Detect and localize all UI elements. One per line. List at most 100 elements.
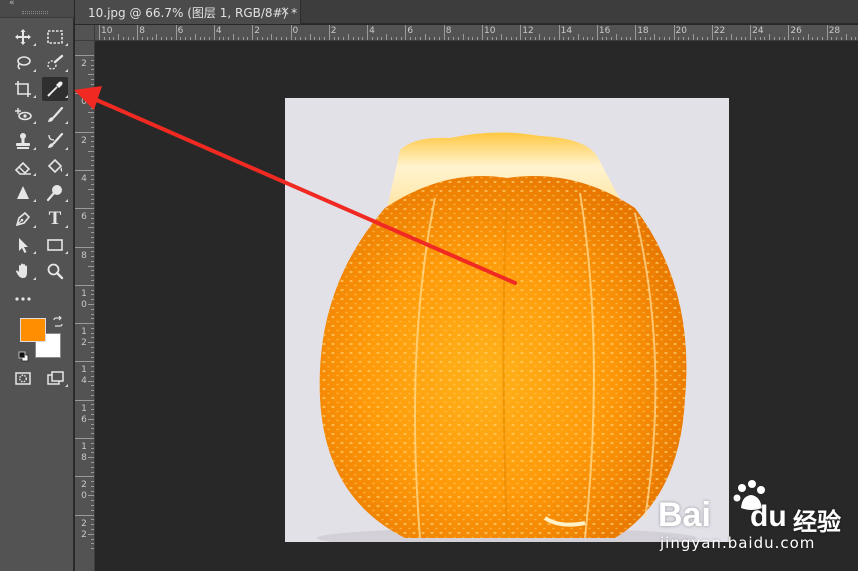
ruler-label: 10 — [81, 288, 87, 310]
ruler-label: 24 — [752, 26, 764, 36]
ruler-minor-tick — [347, 34, 349, 40]
hand-tool[interactable] — [10, 259, 36, 283]
crop-icon — [15, 81, 31, 97]
spot-healing-tool[interactable] — [10, 103, 36, 127]
ruler-label: 16 — [598, 26, 611, 36]
stamp-icon — [16, 133, 30, 149]
screen-mode-icon — [47, 371, 64, 385]
horizontal-ruler[interactable]: 10 8 6 4 2 0 2 4 6 8 10 12 14 16 18 20 22 24 26 28 — [95, 25, 858, 41]
ruler-minor-tick — [568, 37, 570, 40]
history-brush-tool[interactable] — [42, 129, 68, 153]
marquee-tool[interactable] — [42, 25, 68, 49]
ruler-minor-tick — [505, 37, 507, 40]
ruler-minor-tick — [91, 538, 94, 540]
blur-tool[interactable] — [10, 181, 36, 205]
lasso-tool[interactable] — [10, 51, 36, 75]
ruler-minor-tick — [410, 37, 412, 40]
screen-mode-button[interactable] — [42, 366, 68, 390]
ruler-minor-tick — [549, 37, 551, 40]
tool-flyout-indicator — [33, 43, 36, 46]
ruler-minor-tick — [88, 457, 94, 459]
path-select-tool[interactable] — [10, 233, 36, 257]
ruler-minor-tick — [91, 543, 94, 545]
ruler-minor-tick — [237, 37, 239, 40]
ruler-label: 18 — [81, 442, 87, 463]
quick-select-tool[interactable] — [42, 51, 68, 75]
ruler-minor-tick — [170, 37, 172, 40]
ruler-minor-tick — [91, 414, 94, 416]
default-colors-icon[interactable] — [18, 348, 30, 362]
tool-flyout-indicator — [65, 225, 68, 228]
ruler-minor-tick — [91, 122, 94, 124]
ruler-minor-tick — [477, 37, 479, 40]
document-tab-title: 10.jpg @ 66.7% (图层 1, RGB/8#) * — [88, 5, 298, 20]
ruler-minor-tick — [501, 34, 503, 40]
vertical-ruler[interactable]: 20246810121416182022 — [75, 41, 95, 571]
collapse-toolbar-icon[interactable]: « — [9, 0, 14, 8]
drag-handle-icon[interactable] — [22, 11, 48, 14]
ruler-minor-tick — [91, 107, 94, 109]
ruler-minor-tick — [113, 37, 115, 40]
foreground-color-swatch[interactable] — [20, 318, 46, 342]
ruler-minor-tick — [91, 83, 94, 85]
ruler-minor-tick — [376, 37, 378, 40]
zoom-tool[interactable] — [42, 259, 68, 283]
ruler-minor-tick — [319, 37, 321, 40]
eraser-tool[interactable] — [10, 155, 36, 179]
blur-icon — [17, 186, 29, 199]
ruler-minor-tick — [91, 308, 94, 310]
ruler-minor-tick — [91, 366, 94, 368]
ruler-minor-tick — [91, 98, 94, 100]
ruler-major-tick — [75, 438, 94, 439]
ruler-minor-tick — [108, 37, 110, 40]
ruler-minor-tick — [122, 37, 124, 40]
ruler-origin[interactable] — [75, 25, 95, 41]
ruler-major-tick — [75, 246, 94, 248]
paint-bucket-tool[interactable] — [42, 155, 68, 179]
move-tool[interactable] — [10, 25, 36, 49]
brush-tool[interactable] — [42, 103, 68, 127]
ruler-minor-tick — [91, 217, 94, 219]
quick-mask-button[interactable] — [10, 366, 36, 390]
ruler-minor-tick — [166, 37, 168, 40]
close-tab-icon[interactable]: × — [280, 4, 290, 18]
document-tab[interactable]: 10.jpg @ 66.7% (图层 1, RGB/8#) * × — [75, 0, 301, 24]
toolbar-grip[interactable]: « — [0, 0, 74, 18]
document-image[interactable] — [285, 98, 729, 542]
ruler-label: 0 — [81, 97, 87, 108]
ruler-minor-tick — [91, 198, 94, 200]
ruler-minor-tick — [592, 37, 594, 40]
ruler-minor-tick — [256, 37, 258, 40]
ruler-major-tick — [750, 25, 752, 40]
ruler-minor-tick — [91, 165, 94, 167]
eyedropper-tool[interactable] — [42, 77, 68, 101]
pen-tool[interactable] — [10, 207, 36, 231]
ruler-minor-tick — [91, 313, 94, 315]
ruler-minor-tick — [620, 37, 622, 40]
ruler-minor-tick — [91, 548, 94, 550]
ruler-label: 14 — [560, 26, 573, 36]
ruler-minor-tick — [199, 37, 201, 40]
dodge-tool[interactable] — [42, 181, 68, 205]
history-brush-icon — [48, 132, 64, 148]
type-tool[interactable]: T — [42, 207, 68, 231]
more-icon — [15, 297, 31, 301]
rectangle-tool[interactable] — [42, 233, 68, 257]
ruler-minor-tick — [88, 189, 94, 191]
swap-colors-icon[interactable] — [52, 313, 64, 327]
ruler-minor-tick — [553, 37, 555, 40]
ruler-minor-tick — [91, 466, 94, 468]
ruler-major-tick — [443, 25, 445, 40]
ruler-minor-tick — [91, 174, 94, 176]
ruler-minor-tick — [419, 37, 421, 40]
ruler-minor-tick — [209, 37, 211, 40]
ruler-minor-tick — [333, 37, 335, 40]
ruler-minor-tick — [261, 37, 263, 40]
ruler-minor-tick — [453, 37, 455, 40]
edit-toolbar-button[interactable] — [10, 286, 36, 310]
ruler-minor-tick — [91, 485, 94, 487]
ruler-minor-tick — [601, 37, 603, 40]
clone-stamp-tool[interactable] — [10, 129, 36, 153]
crop-tool[interactable] — [10, 77, 36, 101]
tool-flyout-indicator — [65, 147, 68, 150]
